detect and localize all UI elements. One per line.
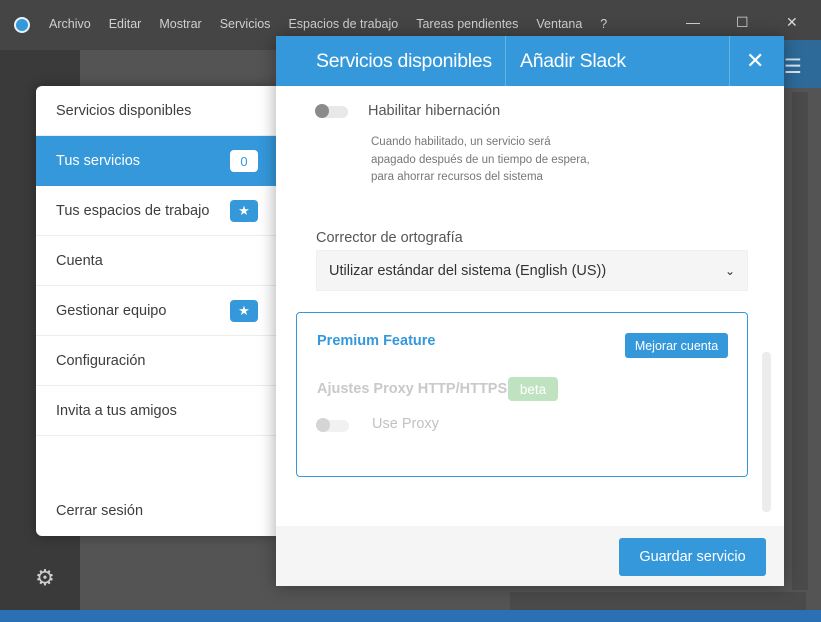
modal-header: Servicios disponibles Añadir Slack ✕ (276, 36, 784, 86)
nav-item-tus-servicios[interactable]: Tus servicios 0 (36, 136, 278, 186)
taskbar-strip (0, 610, 821, 622)
hibernation-label: Habilitar hibernación (368, 103, 501, 119)
menu-item-tareas[interactable]: Tareas pendientes (416, 17, 518, 31)
premium-feature-box: Premium Feature Mejorar cuenta Ajustes P… (296, 312, 748, 477)
menu-item-archivo[interactable]: Archivo (49, 17, 91, 31)
menu-item-servicios[interactable]: Servicios (220, 17, 271, 31)
nav-item-label: Tus espacios de trabajo (56, 202, 210, 219)
menu-bar: Archivo Editar Mostrar Servicios Espacio… (49, 17, 625, 31)
premium-title: Premium Feature (317, 333, 436, 349)
add-service-modal: Servicios disponibles Añadir Slack ✕ Hab… (276, 36, 784, 586)
use-proxy-label: Use Proxy (372, 416, 439, 432)
settings-nav: Servicios disponibles Tus servicios 0 Tu… (36, 86, 278, 536)
nav-item-cuenta[interactable]: Cuenta (36, 236, 278, 286)
logout-button[interactable]: Cerrar sesión (36, 486, 278, 536)
spellcheck-selected-value: Utilizar estándar del sistema (English (… (329, 262, 607, 279)
menu-item-help[interactable]: ? (600, 17, 607, 31)
nav-item-label: Tus servicios (56, 153, 141, 169)
chevron-down-icon: ⌄ (724, 263, 735, 278)
nav-item-label: Servicios disponibles (56, 102, 192, 119)
nav-item-invita-amigos[interactable]: Invita a tus amigos (36, 386, 278, 436)
spellcheck-label: Corrector de ortografía (316, 230, 463, 246)
services-count-badge: 0 (230, 150, 258, 172)
modal-title[interactable]: Servicios disponibles (316, 50, 492, 73)
menu-item-ventana[interactable]: Ventana (536, 17, 582, 31)
nav-item-servicios-disponibles[interactable]: Servicios disponibles (36, 86, 278, 136)
beta-badge: beta (508, 377, 558, 401)
modal-subtitle: Añadir Slack (520, 50, 626, 72)
menu-item-espacios[interactable]: Espacios de trabajo (288, 17, 398, 31)
spellcheck-select[interactable]: Utilizar estándar del sistema (English (… (316, 250, 748, 291)
star-icon: ★ (230, 299, 258, 322)
close-icon[interactable]: ✕ (746, 48, 764, 74)
star-icon: ★ (230, 199, 258, 222)
menu-item-editar[interactable]: Editar (109, 17, 142, 31)
menu-item-mostrar[interactable]: Mostrar (159, 17, 201, 31)
nav-item-label: Configuración (56, 352, 146, 369)
logout-label: Cerrar sesión (56, 503, 144, 519)
nav-item-configuracion[interactable]: Configuración (36, 336, 278, 386)
save-service-button[interactable]: Guardar servicio (619, 538, 766, 576)
hibernation-help-text: Cuando habilitado, un servicio será apag… (371, 136, 590, 183)
nav-item-label: Cuenta (56, 252, 103, 269)
app-scrollbar[interactable] (792, 92, 808, 590)
app-logo-icon (14, 17, 30, 33)
upgrade-account-button[interactable]: Mejorar cuenta (625, 333, 728, 358)
maximize-icon[interactable]: ☐ (736, 14, 749, 31)
header-divider (729, 36, 730, 86)
minimize-icon[interactable]: — (686, 14, 700, 30)
nav-item-label: Gestionar equipo (56, 302, 167, 319)
use-proxy-toggle[interactable] (316, 418, 349, 432)
nav-item-espacios-de-trabajo[interactable]: Tus espacios de trabajo ★ (36, 186, 278, 236)
nav-item-gestionar-equipo[interactable]: Gestionar equipo ★ (36, 286, 278, 336)
window-close-icon[interactable]: ✕ (786, 14, 798, 31)
nav-item-label: Invita a tus amigos (56, 402, 177, 419)
proxy-settings-title: Ajustes Proxy HTTP/HTTPS (317, 381, 508, 397)
hamburger-icon[interactable]: ☰ (784, 54, 802, 79)
toggle-knob (316, 418, 330, 432)
toggle-knob (315, 104, 329, 118)
gear-icon[interactable]: ⚙ (33, 566, 57, 590)
modal-scrollbar[interactable] (762, 352, 771, 512)
modal-footer: Guardar servicio (276, 526, 784, 586)
header-divider (505, 36, 506, 86)
hibernation-toggle[interactable] (315, 104, 348, 118)
app-horizontal-scrollbar[interactable] (510, 592, 806, 610)
